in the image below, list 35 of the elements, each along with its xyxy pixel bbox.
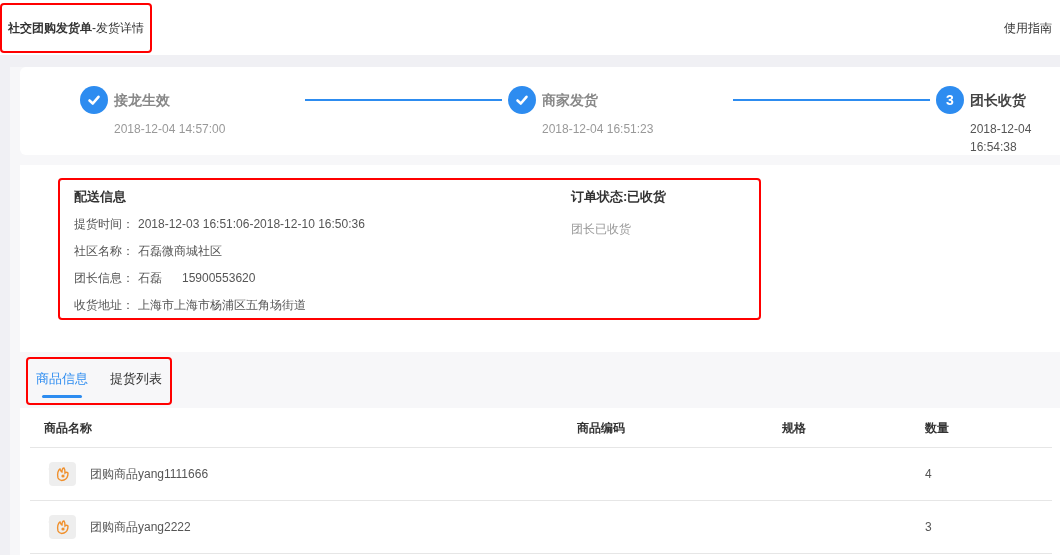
- column-header: 数量: [925, 419, 950, 437]
- field-label: 社区名称：: [74, 243, 134, 260]
- step-title: 商家发货: [542, 90, 598, 110]
- field-label: 团长信息：: [74, 270, 134, 287]
- field-label: 收货地址：: [74, 297, 134, 314]
- step-time: 2018-12-04 14:57:00: [114, 121, 226, 138]
- order-status-title: 订单状态:已收货: [571, 188, 667, 206]
- step-time: 2018-12-04 16:54:38: [970, 121, 1033, 156]
- product-name: 团购商品yang2222: [90, 519, 191, 536]
- step-title: 接龙生效: [114, 90, 170, 110]
- field-value: 2018-12-03 16:51:06-2018-12-10 16:50:36: [138, 216, 365, 233]
- quantity-cell-text: 4: [925, 466, 933, 483]
- step-number-marker: 3: [936, 86, 964, 114]
- step-time: 2018-12-04 16:51:23: [542, 121, 654, 138]
- check-icon: [515, 93, 529, 107]
- step-title: 团长收货: [970, 90, 1026, 110]
- field-label: 提货时间：: [74, 216, 134, 233]
- tab[interactable]: 提货列表: [110, 369, 162, 398]
- quantity-cell-text: 3: [925, 519, 933, 536]
- column-header: 商品编码: [577, 419, 626, 437]
- check-icon: [87, 93, 101, 107]
- product-icon: [48, 462, 76, 486]
- page-title: 社交团购发货单-发货详情: [8, 19, 144, 37]
- field-value: 石磊微商城社区: [138, 243, 222, 260]
- tab-underline: [42, 394, 82, 398]
- column-header: 规格: [782, 419, 807, 437]
- order-status-text: 团长已收货: [571, 221, 632, 238]
- product-icon: [48, 515, 76, 539]
- field-value: 石磊: [138, 270, 162, 287]
- field-value: 上海市上海市杨浦区五角场街道: [138, 297, 306, 314]
- guide-link[interactable]: 使用指南: [1004, 18, 1052, 37]
- section-title: 配送信息: [74, 188, 127, 206]
- product-name: 团购商品yang1111666: [90, 466, 209, 483]
- column-header: 商品名称: [44, 419, 93, 437]
- phone-number: 15900553620: [182, 270, 256, 287]
